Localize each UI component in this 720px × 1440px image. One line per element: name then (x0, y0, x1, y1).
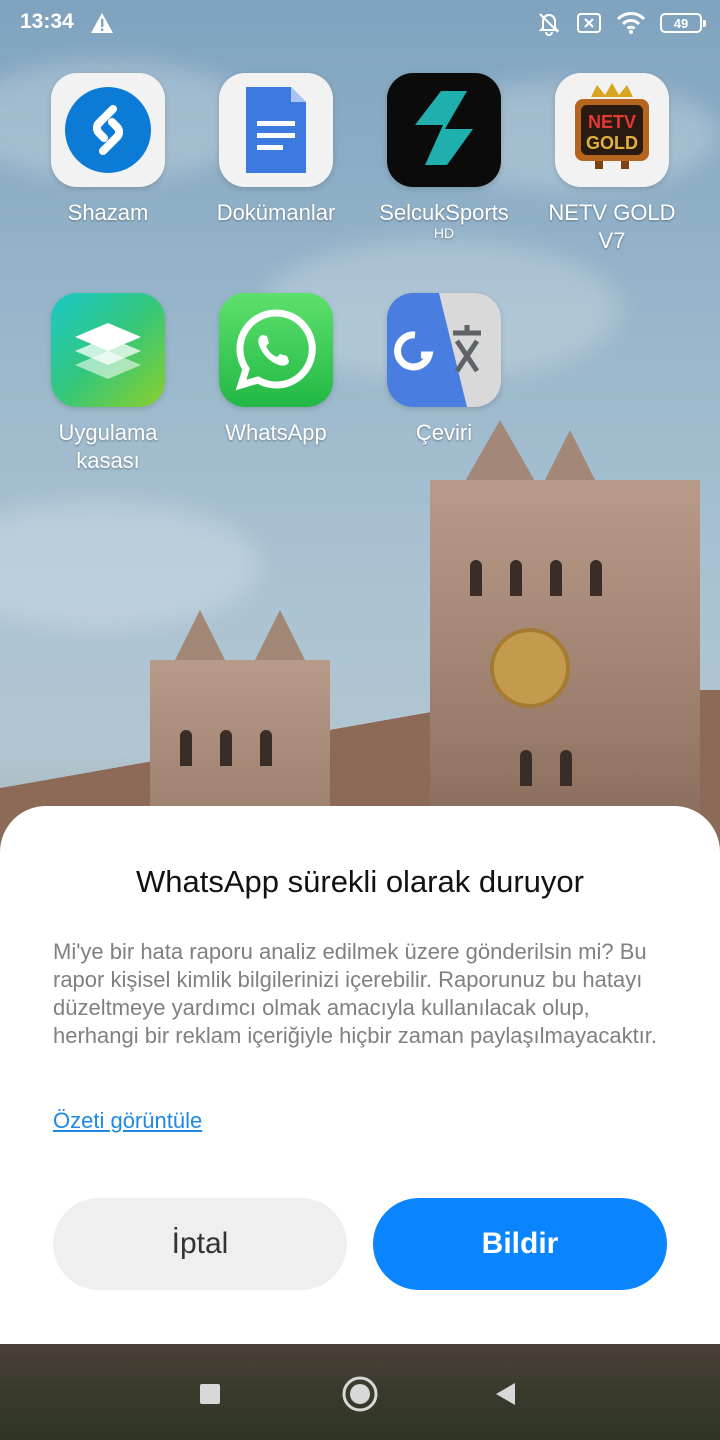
sim-off-icon (576, 12, 602, 34)
selcuksports-icon (387, 73, 501, 187)
app-netv-gold[interactable]: NETV GOLD NETV GOLD V7 (528, 73, 696, 255)
back-icon[interactable] (486, 1374, 526, 1414)
shazam-icon (51, 73, 165, 187)
app-label-translate: Çeviri (415, 420, 473, 445)
battery-icon: 49 (660, 13, 706, 33)
cancel-button[interactable]: İptal (53, 1198, 347, 1290)
navigation-bar (0, 1344, 720, 1440)
app-label-netv-gold: NETV GOLD V7 (548, 200, 676, 253)
dialog-message: Mi'ye bir hata raporu analiz edilmek üze… (53, 939, 658, 1048)
dialog-title: WhatsApp sürekli olarak duruyor (136, 864, 584, 899)
google-translate-icon (387, 293, 501, 407)
app-sublabel-selcuksports: HD (433, 225, 455, 241)
app-selcuksports[interactable]: SelcukSports HD (360, 73, 528, 241)
warning-icon (90, 12, 114, 34)
home-icon[interactable] (340, 1374, 380, 1414)
bell-off-icon (536, 10, 562, 36)
wifi-icon (616, 11, 646, 35)
app-label-selcuksports: SelcukSports (379, 200, 509, 225)
view-summary-link[interactable]: Özeti görüntüle (53, 1108, 202, 1134)
google-docs-icon (219, 73, 333, 187)
netv-gold-icon: NETV GOLD (555, 73, 669, 187)
recents-icon[interactable] (190, 1374, 230, 1414)
app-shazam[interactable]: Shazam (24, 73, 192, 227)
report-button[interactable]: Bildir (373, 1198, 667, 1290)
app-vault[interactable]: Uygulama kasası (24, 293, 192, 475)
netv-logo-line2: GOLD (586, 133, 638, 153)
netv-logo-line1: NETV (588, 112, 636, 132)
whatsapp-icon (219, 293, 333, 407)
crash-dialog: WhatsApp sürekli olarak duruyor Mi'ye bi… (0, 806, 720, 1344)
status-time: 13:34 (20, 10, 74, 33)
status-bar: 13:34 49 (0, 0, 720, 50)
battery-level: 49 (673, 15, 689, 31)
app-label-docs: Dokümanlar (216, 200, 336, 225)
home-screen: 13:34 49 Shazam Dokümanlar SelcukSports … (0, 0, 720, 1440)
app-vault-icon (51, 293, 165, 407)
app-label-shazam: Shazam (67, 200, 149, 225)
app-docs[interactable]: Dokümanlar (192, 73, 360, 227)
app-label-vault: Uygulama kasası (58, 420, 158, 473)
app-whatsapp[interactable]: WhatsApp (192, 293, 360, 447)
app-label-whatsapp: WhatsApp (225, 420, 327, 445)
app-translate[interactable]: Çeviri (360, 293, 528, 447)
